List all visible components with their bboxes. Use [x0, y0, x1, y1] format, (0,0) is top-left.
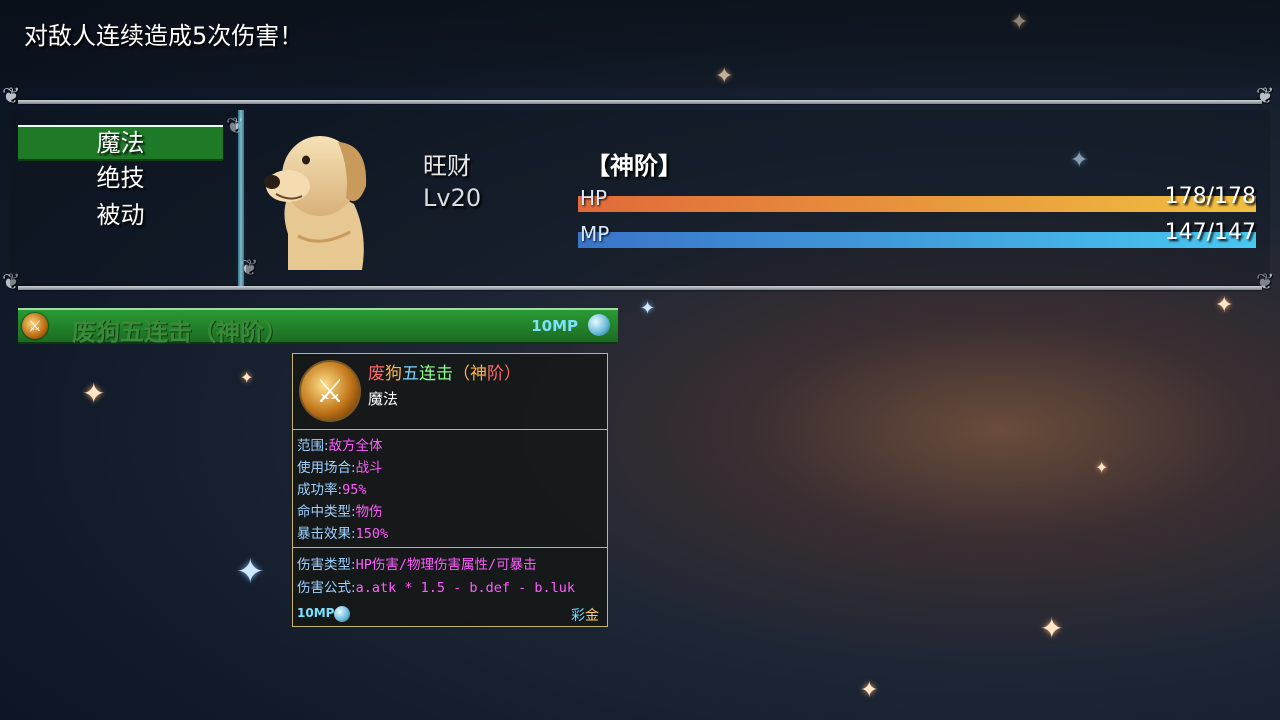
tooltip-prop-row: 暴击效果:150% [297, 522, 388, 542]
strike-icon: ⚔ [22, 313, 48, 339]
mp-label: MP [580, 222, 610, 246]
tooltip-cost: 10MP [297, 606, 334, 620]
mp-value: 147/147 [1164, 220, 1256, 245]
tooltip-damage-type: 伤害类型:HP伤害/物理伤害属性/可暴击 [297, 553, 537, 573]
window-divider [238, 110, 244, 286]
prop-value: 95% [342, 482, 367, 498]
tooltip-prop-row: 命中类型:物伤 [297, 500, 383, 520]
skill-tooltip: ⚔ 废狗五连击（神阶） 魔法 范围:敌方全体 使用场合:战斗 成功率:95% 命… [292, 353, 608, 627]
tooltip-skill-title: 废狗五连击（神阶） [368, 359, 521, 384]
hp-value: 178/178 [1164, 184, 1256, 209]
star-decoration: ✦ [1040, 612, 1064, 645]
prop-value: 物伤 [355, 504, 383, 520]
skill-category-special[interactable]: 绝技 [18, 162, 223, 194]
prop-value: 敌方全体 [328, 438, 383, 454]
tooltip-rarity-char: 金 [585, 608, 599, 624]
ornament-corner-icon: ❦ [2, 84, 21, 109]
mp-gauge [578, 232, 1256, 248]
hp-gauge-fill [578, 196, 1256, 212]
prop-value: a.atk * 1.5 - b.def - b.luk [355, 580, 576, 596]
skill-list-item[interactable]: ⚔ 废狗五连击（神阶） 10MP [18, 308, 618, 346]
actor-name: 旺财 [423, 152, 471, 180]
tooltip-title-char: 神 [470, 364, 487, 384]
skill-category-magic[interactable]: 魔法 [18, 125, 223, 161]
hp-gauge [578, 196, 1256, 212]
prop-key: 成功率: [297, 482, 343, 498]
frame-rule-middle [18, 286, 1262, 290]
skill-name: 废狗五连击（神阶） [72, 318, 288, 346]
tooltip-skill-type: 魔法 [368, 390, 399, 408]
prop-key: 暴击效果: [297, 526, 356, 542]
tooltip-title-char: ） [504, 364, 521, 384]
frame-rule-top [18, 100, 1262, 104]
prop-key: 命中类型: [297, 504, 356, 520]
tooltip-formula: 伤害公式:a.atk * 1.5 - b.def - b.luk [297, 576, 575, 596]
prop-key: 伤害公式: [297, 580, 356, 596]
tooltip-rarity-char: 彩 [571, 608, 585, 624]
skill-cost: 10MP [531, 317, 578, 335]
star-decoration: ✦ [236, 552, 265, 592]
mp-orb-icon [334, 606, 350, 622]
tooltip-title-char: （ [453, 364, 470, 384]
prop-value: HP伤害/物理伤害属性/可暴击 [355, 557, 537, 573]
ornament-corner-icon: ❦ [1256, 84, 1275, 109]
tooltip-title-char: 废 [368, 364, 385, 384]
divider [293, 429, 607, 430]
tooltip-prop-row: 成功率:95% [297, 478, 366, 498]
star-decoration: ✦ [82, 377, 106, 410]
tooltip-title-char: 击 [436, 364, 453, 384]
prop-value: 150% [355, 526, 389, 542]
actor-level: Lv20 [423, 184, 482, 212]
battle-log-window: 对敌人连续造成5次伤害！ [0, 0, 1280, 88]
actor-tier: 【神阶】 [586, 152, 682, 180]
tooltip-title-char: 连 [419, 364, 436, 384]
skill-category-passive[interactable]: 被动 [18, 199, 223, 231]
tooltip-title-char: 五 [402, 364, 419, 384]
prop-key: 伤害类型: [297, 557, 356, 573]
mp-gauge-fill [578, 232, 1256, 248]
star-decoration: ✦ [240, 368, 254, 387]
star-decoration: ✦ [1215, 293, 1234, 318]
prop-value: 战斗 [355, 460, 383, 476]
hp-label: HP [580, 186, 608, 210]
star-decoration: ✦ [640, 298, 656, 319]
strike-icon: ⚔ [299, 360, 361, 422]
divider [293, 547, 607, 548]
tooltip-title-char: 狗 [385, 364, 402, 384]
tooltip-title-char: 阶 [487, 364, 504, 384]
tooltip-prop-row: 使用场合:战斗 [297, 456, 383, 476]
star-decoration: ✦ [860, 678, 879, 703]
star-decoration: ✦ [1095, 458, 1109, 477]
tooltip-cost-text: 10MP [297, 606, 335, 620]
tooltip-rarity: 彩金 [571, 605, 599, 625]
prop-key: 范围: [297, 438, 329, 454]
battle-log-message: 对敌人连续造成5次伤害！ [24, 22, 304, 50]
golden-retriever-portrait [264, 136, 367, 270]
prop-key: 使用场合: [297, 460, 356, 476]
tooltip-prop-row: 范围:敌方全体 [297, 434, 383, 454]
mp-orb-icon [588, 314, 610, 336]
